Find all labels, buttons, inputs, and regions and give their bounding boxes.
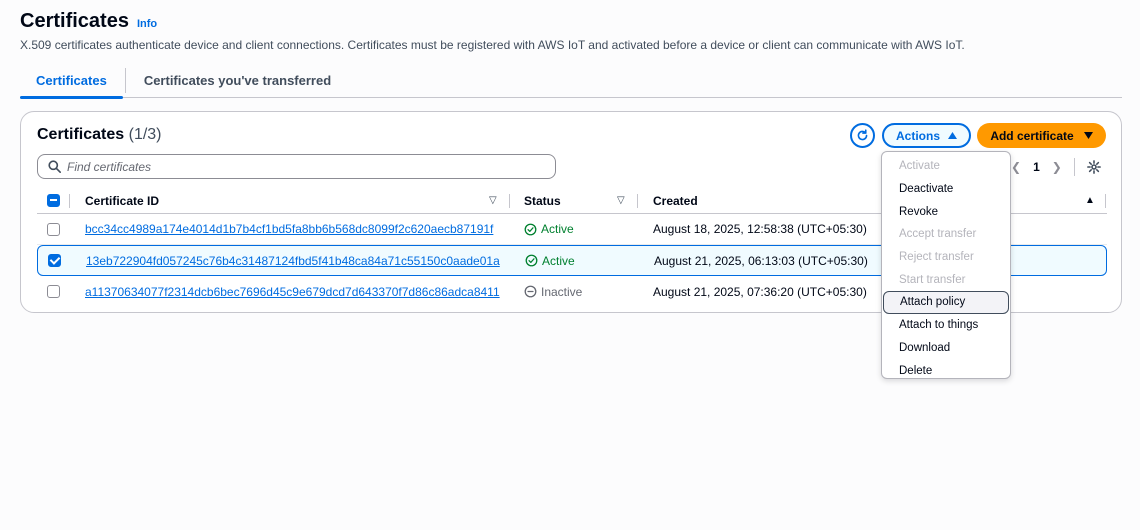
menu-item-revoke[interactable]: Revoke xyxy=(883,200,1009,223)
menu-item-attach-policy[interactable]: Attach policy xyxy=(883,291,1009,314)
status-text: Inactive xyxy=(541,284,583,299)
minus-circle-icon xyxy=(524,285,537,298)
add-certificate-label: Add certificate xyxy=(990,128,1074,143)
actions-button[interactable]: Actions xyxy=(882,123,971,148)
caret-down-icon xyxy=(1083,132,1093,139)
column-header-created[interactable]: Created xyxy=(653,194,698,208)
row-checkbox[interactable] xyxy=(47,222,60,236)
pagination: ❮ 1 ❯ xyxy=(1011,158,1101,176)
status-cell: Active xyxy=(524,222,574,236)
sort-icon[interactable]: ▽ xyxy=(617,195,625,206)
check-circle-icon xyxy=(525,254,538,267)
status-cell: Active xyxy=(525,254,575,268)
chevron-left-icon[interactable]: ❮ xyxy=(1011,160,1021,174)
menu-item-accept-transfer: Accept transfer xyxy=(899,228,977,241)
gear-icon[interactable] xyxy=(1086,160,1101,174)
menu-item-deactivate[interactable]: Deactivate xyxy=(883,178,1009,201)
tab-divider xyxy=(124,68,126,93)
sort-ascending-icon[interactable]: ▲ xyxy=(1085,195,1095,206)
status-cell: Inactive xyxy=(524,285,582,299)
menu-item-download[interactable]: Download xyxy=(883,337,1009,360)
actions-dropdown-menu: Activate Deactivate Revoke Accept transf… xyxy=(881,151,1011,379)
refresh-button[interactable] xyxy=(850,123,875,148)
row-checkbox[interactable] xyxy=(48,254,61,267)
certificate-id-link[interactable]: 13eb722904fd057245c76b4c31487124fbd5f41b… xyxy=(86,254,500,268)
status-text: Active xyxy=(542,253,575,268)
tab-certificates-transferred[interactable]: Certificates you've transferred xyxy=(128,64,347,97)
certificate-id-link[interactable]: a11370634077f2314dcb6bec7696d45c9e679dcd… xyxy=(85,285,500,299)
created-cell: August 18, 2025, 12:58:38 (UTC+05:30) xyxy=(653,222,867,236)
page-title: Certificates xyxy=(20,10,129,32)
row-checkbox[interactable] xyxy=(47,285,60,298)
column-divider xyxy=(637,194,638,208)
menu-item-reject-transfer: Reject transfer xyxy=(899,251,974,264)
select-all-checkbox[interactable] xyxy=(47,194,60,207)
created-cell: August 21, 2025, 07:36:20 (UTC+05:30) xyxy=(653,284,867,299)
chevron-right-icon[interactable]: ❯ xyxy=(1052,160,1062,174)
sort-icon[interactable]: ▽ xyxy=(489,195,497,206)
menu-item-start-transfer: Start transfer xyxy=(899,273,966,286)
actions-label: Actions xyxy=(895,128,940,143)
menu-item-delete[interactable]: Delete xyxy=(883,359,1009,382)
column-header-certificate-id[interactable]: Certificate ID xyxy=(85,194,159,208)
column-header-status[interactable]: Status xyxy=(524,194,561,208)
refresh-icon xyxy=(857,129,868,141)
add-certificate-button[interactable]: Add certificate xyxy=(977,123,1106,148)
tab-certificates[interactable]: Certificates xyxy=(20,64,123,99)
tab-bar: Certificates Certificates you've transfe… xyxy=(20,64,1122,99)
page-number[interactable]: 1 xyxy=(1033,160,1040,174)
created-cell: August 21, 2025, 06:13:03 (UTC+05:30) xyxy=(654,253,868,268)
search-icon xyxy=(48,160,61,173)
menu-item-attach-to-things[interactable]: Attach to things xyxy=(883,314,1009,337)
selection-count: (1/3) xyxy=(128,126,162,143)
column-divider xyxy=(509,194,510,208)
caret-up-icon xyxy=(948,132,957,139)
column-divider xyxy=(69,194,70,208)
panel-title-text: Certificates xyxy=(37,126,125,143)
panel-title: Certificates (1/3) xyxy=(37,126,162,144)
check-circle-icon xyxy=(524,223,537,235)
column-divider xyxy=(1105,194,1106,208)
page-description: X.509 certificates authenticate device a… xyxy=(20,38,965,52)
page-header: Certificates Info xyxy=(20,10,157,33)
status-text: Active xyxy=(541,222,574,236)
menu-item-activate: Activate xyxy=(899,160,940,173)
pager-divider xyxy=(1073,158,1075,176)
search-box xyxy=(37,154,556,179)
info-link[interactable]: Info xyxy=(137,18,157,30)
certificate-id-link[interactable]: bcc34cc4989a174e4014d1b7b4cf1bd5fa8bb6b5… xyxy=(85,222,493,236)
search-input[interactable] xyxy=(67,159,537,174)
